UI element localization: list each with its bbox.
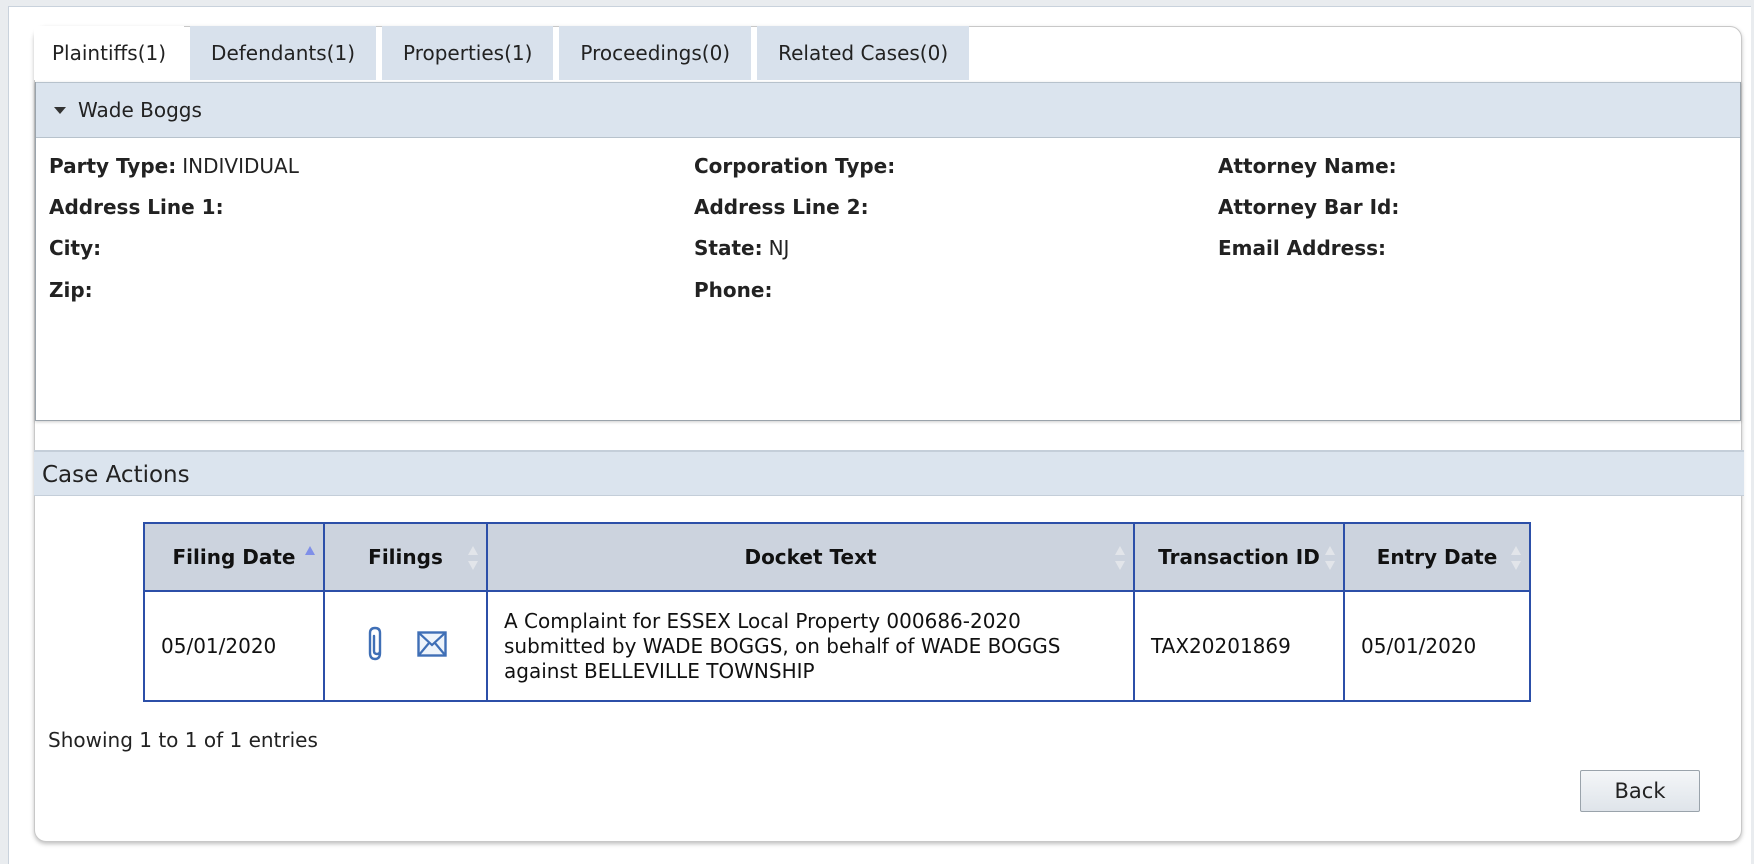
attorney-bar-id-label: Attorney Bar Id: (1218, 195, 1400, 219)
sort-icon[interactable] (1115, 546, 1125, 570)
field-attorney-name: Attorney Name: (1218, 154, 1403, 178)
tab-proceedings[interactable]: Proceedings(0) (559, 26, 752, 80)
corporation-type-label: Corporation Type: (694, 154, 896, 178)
state-label: State: (694, 236, 763, 260)
transaction-id-header-label: Transaction ID (1158, 545, 1320, 569)
sort-ascending-icon[interactable] (305, 546, 315, 570)
tab-properties[interactable]: Properties(1) (382, 26, 554, 80)
column-header-filings[interactable]: Filings (323, 522, 488, 592)
party-accordion-header[interactable]: Wade Boggs (36, 82, 1740, 138)
field-email-address: Email Address: (1218, 236, 1392, 260)
address-line-2-label: Address Line 2: (694, 195, 869, 219)
field-corporation-type: Corporation Type: (694, 154, 901, 178)
table-summary: Showing 1 to 1 of 1 entries (48, 728, 318, 752)
column-header-filing-date[interactable]: Filing Date (143, 522, 325, 592)
tab-related-cases[interactable]: Related Cases(0) (757, 26, 970, 80)
docket-text-cell: A Complaint for ESSEX Local Property 000… (486, 590, 1135, 702)
filing-date-header-label: Filing Date (172, 545, 296, 569)
entry-date-header-label: Entry Date (1376, 545, 1498, 569)
party-type-value: INDIVIDUAL (182, 154, 299, 178)
filing-date-cell: 05/01/2020 (143, 590, 325, 702)
phone-label: Phone: (694, 278, 773, 302)
tab-defendants[interactable]: Defendants(1) (190, 26, 376, 80)
party-type-label: Party Type: (49, 154, 177, 178)
field-party-type: Party Type: INDIVIDUAL (49, 154, 299, 178)
address-line-1-label: Address Line 1: (49, 195, 224, 219)
filings-cell (323, 590, 488, 702)
party-name: Wade Boggs (78, 98, 202, 122)
column-header-docket-text[interactable]: Docket Text (486, 522, 1135, 592)
case-actions-title: Case Actions (42, 462, 190, 488)
attorney-name-label: Attorney Name: (1218, 154, 1397, 178)
envelope-icon[interactable] (416, 630, 447, 662)
column-header-entry-date[interactable]: Entry Date (1343, 522, 1531, 592)
column-header-transaction-id[interactable]: Transaction ID (1133, 522, 1345, 592)
sort-icon[interactable] (1325, 546, 1335, 570)
email-address-label: Email Address: (1218, 236, 1387, 260)
case-actions-table: Filing Date Filings Docket Text Transact… (143, 522, 1531, 702)
zip-label: Zip: (49, 278, 93, 302)
table-header-row: Filing Date Filings Docket Text Transact… (143, 522, 1531, 592)
tab-plaintiffs[interactable]: Plaintiffs(1) (34, 26, 185, 80)
field-phone: Phone: (694, 278, 778, 302)
table-row: 05/01/2020 A Complaint for ESSEX Local P… (143, 590, 1531, 702)
field-city: City: (49, 236, 107, 260)
field-state: State: NJ (694, 236, 789, 260)
state-value: NJ (768, 236, 790, 260)
field-attorney-bar-id: Attorney Bar Id: (1218, 195, 1405, 219)
entry-date-cell: 05/01/2020 (1343, 590, 1531, 702)
party-tabs: Plaintiffs(1) Defendants(1) Properties(1… (34, 26, 975, 80)
back-button[interactable]: Back (1580, 770, 1700, 812)
field-zip: Zip: (49, 278, 99, 302)
collapse-caret-icon[interactable] (54, 106, 66, 114)
filings-header-label: Filings (368, 545, 443, 569)
field-address-line-2: Address Line 2: (694, 195, 875, 219)
party-details-panel: Wade Boggs Party Type: INDIVIDUAL Address… (35, 82, 1741, 421)
case-actions-header: Case Actions (34, 450, 1744, 496)
field-address-line-1: Address Line 1: (49, 195, 230, 219)
sort-icon[interactable] (468, 546, 478, 570)
sort-icon[interactable] (1511, 546, 1521, 570)
docket-text-header-label: Docket Text (744, 545, 877, 569)
transaction-id-cell: TAX20201869 (1133, 590, 1345, 702)
paperclip-icon[interactable] (365, 625, 389, 668)
city-label: City: (49, 236, 102, 260)
